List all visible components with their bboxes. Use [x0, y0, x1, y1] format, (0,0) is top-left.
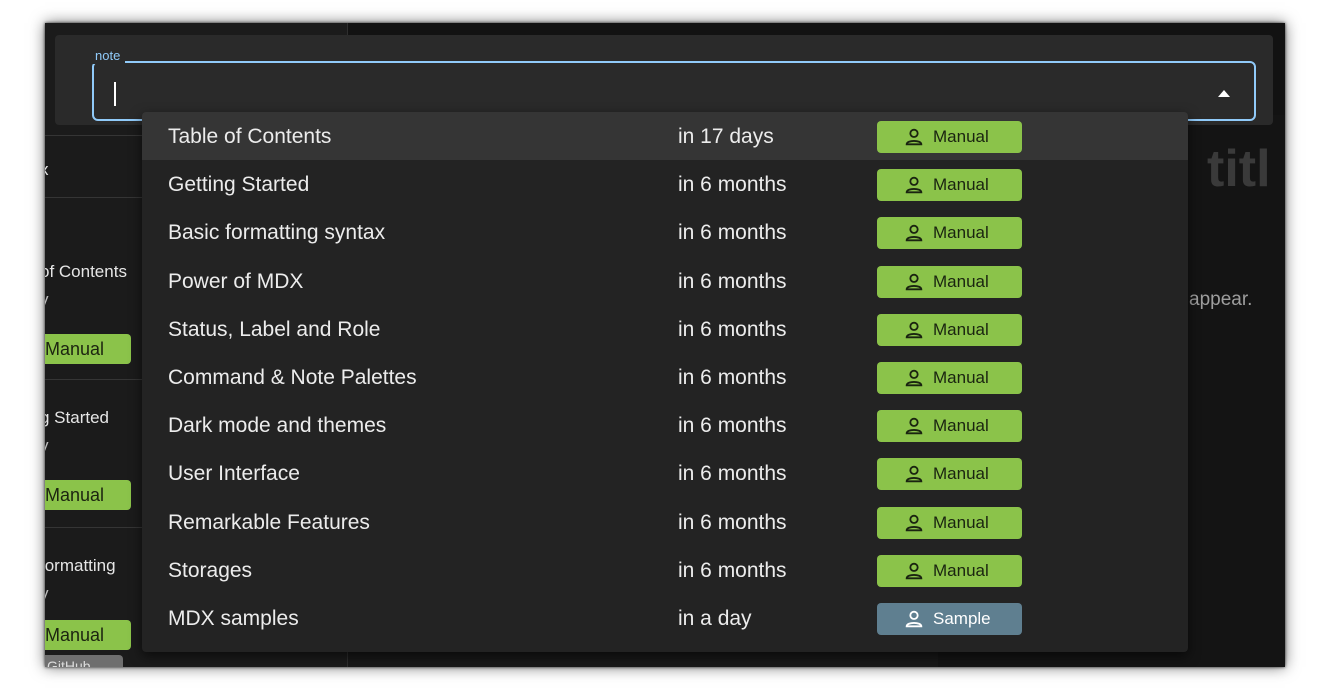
note-option-date: in 6 months: [678, 462, 787, 486]
status-badge: Manual: [877, 361, 1022, 394]
note-option-title: Command & Note Palettes: [168, 365, 417, 389]
sidebar-github-badge: GitHub: [45, 655, 123, 667]
text-caret: [114, 82, 116, 106]
person-icon: [905, 225, 923, 242]
note-option[interactable]: Command & Note Palettes in 6 months Manual: [142, 353, 1188, 401]
status-badge: Manual: [877, 554, 1022, 587]
note-option-date: in 6 months: [678, 414, 787, 438]
note-option-title: Remarkable Features: [168, 510, 370, 534]
status-badge-label: Manual: [933, 367, 989, 387]
sidebar-note-label: Manual: [45, 334, 131, 364]
note-option-date: in 17 days: [678, 125, 774, 148]
editor-hint: appear.: [1189, 289, 1253, 310]
note-option-title: Getting Started: [168, 173, 310, 197]
note-option-title: User Interface: [168, 462, 300, 486]
app-window: x of Contents y Manual g Started y Manua…: [45, 23, 1285, 667]
person-icon: [905, 562, 923, 579]
sidebar-note-title: of Contents: [45, 262, 127, 281]
status-badge-label: Manual: [933, 416, 989, 436]
sidebar-row-label: x: [45, 160, 49, 180]
note-field-label: note: [90, 48, 126, 64]
person-icon: [905, 128, 923, 146]
note-option-date: in 6 months: [678, 510, 787, 534]
note-option-title: Status, Label and Role: [168, 317, 381, 341]
sidebar-note-title: formatting: [45, 556, 116, 575]
note-options-list: Table of Contents in 17 days Manual Getting…: [142, 112, 1188, 652]
status-badge: Manual: [877, 410, 1022, 443]
note-option[interactable]: Getting Started in 6 months Manual: [142, 160, 1188, 208]
status-badge: Manual: [877, 506, 1022, 539]
status-badge: Manual: [877, 458, 1022, 491]
editor-title: titl: [1207, 140, 1271, 198]
status-badge-label: Manual: [933, 319, 989, 339]
note-option-date: in 6 months: [678, 269, 787, 293]
caret-up-icon[interactable]: [1214, 87, 1234, 99]
note-option-title: Table of Contents: [168, 125, 332, 148]
status-badge-label: Manual: [933, 464, 989, 484]
note-option[interactable]: Power of MDX in 6 months Manual: [142, 257, 1188, 305]
note-option[interactable]: User Interface in 6 months Manual: [142, 449, 1188, 497]
sidebar-note-title: g Started: [45, 408, 109, 427]
note-option-title: Power of MDX: [168, 269, 304, 293]
note-option-title: Basic formatting syntax: [168, 221, 386, 245]
status-badge-label: Manual: [933, 560, 989, 580]
person-icon: [905, 321, 923, 338]
note-option-date: in 6 months: [678, 317, 787, 341]
person-icon: [905, 610, 923, 628]
status-badge-label: Manual: [933, 271, 989, 291]
person-icon: [905, 273, 923, 290]
sidebar-note-date: y: [45, 436, 49, 456]
note-search-input[interactable]: [112, 81, 1172, 103]
note-option[interactable]: Dark mode and themes in 6 months Manual: [142, 401, 1188, 449]
person-icon: [905, 176, 923, 194]
person-icon: [905, 417, 923, 435]
note-option-date: in 6 months: [678, 221, 787, 245]
note-option-date: in 6 months: [678, 365, 787, 389]
note-option[interactable]: MDX samples in a day Sample: [142, 594, 1188, 642]
status-badge: Manual: [877, 313, 1022, 346]
person-icon: [905, 466, 923, 483]
sidebar-note-label: Manual: [45, 480, 131, 510]
status-badge-label: Manual: [933, 223, 989, 243]
status-badge-label: Manual: [933, 175, 989, 195]
status-badge: Manual: [877, 217, 1022, 250]
note-option-date: in 6 months: [678, 558, 787, 582]
note-option-date: in 6 months: [678, 173, 787, 197]
status-badge-label: Manual: [933, 512, 989, 532]
sidebar-note-date: y: [45, 584, 49, 604]
note-option-title: Storages: [168, 558, 253, 582]
note-option[interactable]: Remarkable Features in 6 months Manual: [142, 498, 1188, 546]
sidebar-note-label: Manual: [45, 620, 131, 650]
person-icon: [905, 369, 923, 387]
person-icon: [905, 514, 923, 531]
note-option[interactable]: Basic formatting syntax in 6 months Manual: [142, 208, 1188, 256]
note-option-title: Dark mode and themes: [168, 414, 387, 438]
note-option-date: in a day: [678, 606, 752, 630]
note-option[interactable]: Storages in 6 months Manual: [142, 546, 1188, 594]
status-badge: Manual: [877, 121, 1022, 153]
note-option-title: MDX samples: [168, 606, 299, 630]
status-badge: Manual: [877, 265, 1022, 298]
note-option[interactable]: Status, Label and Role in 6 months Manual: [142, 305, 1188, 353]
status-badge: Sample: [877, 602, 1022, 635]
status-badge: Manual: [877, 169, 1022, 202]
sidebar-note-date: y: [45, 290, 49, 310]
note-option[interactable]: Table of Contents in 17 days Manual: [142, 112, 1188, 161]
status-badge-label: Manual: [933, 127, 989, 146]
status-badge-label: Sample: [933, 608, 991, 628]
